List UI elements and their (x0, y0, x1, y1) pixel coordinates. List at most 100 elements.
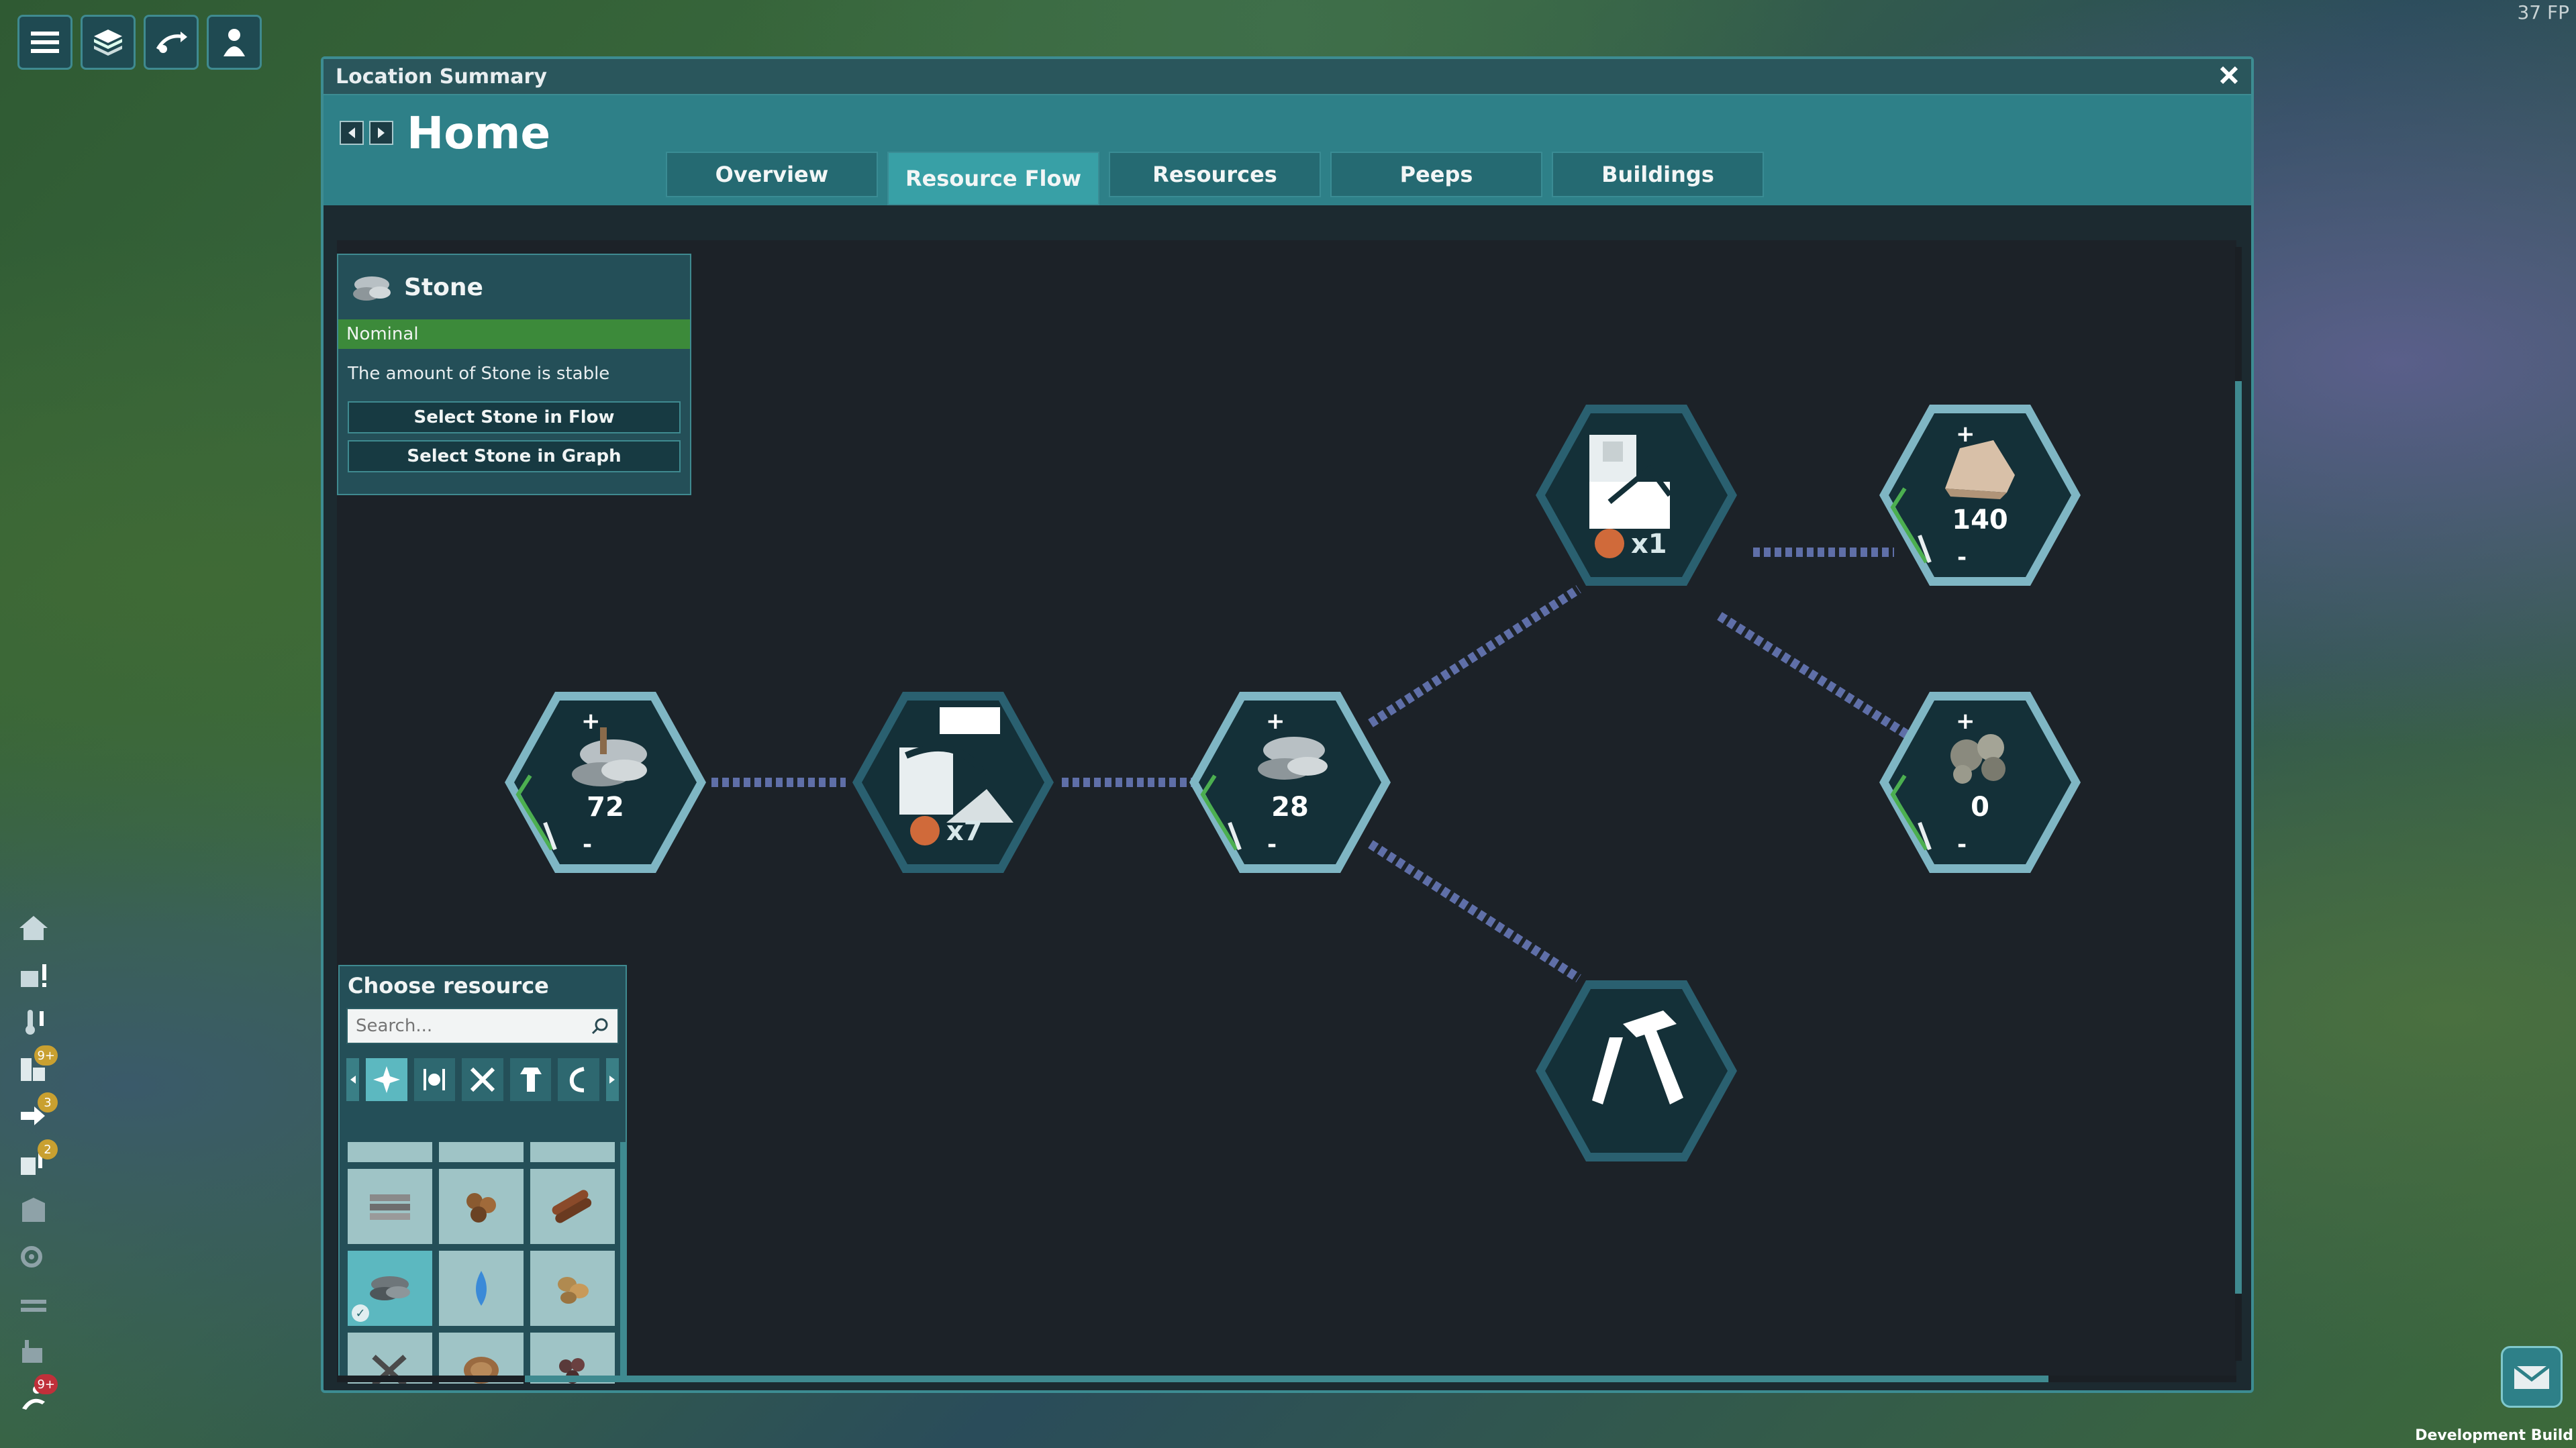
tab-buildings[interactable]: Buildings (1552, 152, 1764, 197)
resource-cell[interactable] (439, 1251, 524, 1326)
side-badge: 9+ (34, 1374, 58, 1394)
resource-cell[interactable] (530, 1251, 615, 1326)
resource-cell[interactable] (348, 1142, 432, 1162)
resource-grid-scrollbar[interactable] (620, 1142, 626, 1377)
node-value: 140 (1952, 505, 2008, 535)
road-icon (21, 1300, 46, 1312)
side-item-housing[interactable] (15, 913, 52, 943)
side-item-peeps[interactable]: 9+ (15, 1374, 58, 1413)
node-value: 0 (1971, 792, 1989, 823)
select-in-graph-button[interactable]: Select Stone in Graph (348, 440, 681, 472)
stone-info-panel: Stone Nominal The amount of Stone is sta… (337, 254, 691, 495)
prev-location-button[interactable] (340, 121, 364, 145)
flow-edge (1717, 612, 1924, 747)
tab-resource-flow[interactable]: Resource Flow (887, 152, 1099, 205)
flow-node-gravel: + 0 - (1879, 692, 2081, 873)
flow-node-construction (1536, 980, 1737, 1161)
side-item-building[interactable] (15, 1194, 52, 1225)
mail-button[interactable] (2501, 1346, 2563, 1408)
close-button[interactable] (2219, 61, 2239, 92)
resource-cell[interactable] (439, 1142, 524, 1162)
node-minus: - (1957, 831, 1967, 858)
location-title: Home (407, 107, 551, 159)
tab-bar: Overview Resource Flow Resources Peeps B… (666, 152, 1764, 205)
clothing-icon (519, 1068, 542, 1092)
resource-grid: ✓ (348, 1142, 616, 1384)
side-notifications: 9+ 3 2 9+ (15, 913, 58, 1413)
chevron-left-icon (350, 1076, 356, 1084)
check-icon: ✓ (352, 1304, 369, 1322)
resource-cell[interactable] (439, 1169, 524, 1244)
flow-edge (1368, 840, 1581, 982)
side-item-temperature[interactable] (15, 1006, 52, 1037)
filter-fuel[interactable] (558, 1058, 599, 1101)
tab-peeps[interactable]: Peeps (1330, 152, 1542, 197)
node-multiplier: x7 (946, 816, 983, 847)
filter-prev-button[interactable] (346, 1058, 360, 1101)
nuts-icon (466, 1193, 496, 1223)
fuel-icon (569, 1067, 585, 1092)
tab-overview[interactable]: Overview (666, 152, 878, 197)
ore-icon (366, 1142, 413, 1145)
flow-node-stone-block: + 140 - (1879, 405, 2081, 586)
node-plus: + (1266, 708, 1285, 735)
resource-name: Stone (404, 273, 483, 301)
flow-node-mason: x1 (1536, 405, 1737, 586)
choose-resource-title: Choose resource (348, 973, 549, 998)
peep-button[interactable] (207, 15, 262, 70)
status-description: The amount of Stone is stable (348, 364, 610, 384)
vertical-scrollbar[interactable] (2235, 247, 2242, 1361)
resource-cell[interactable] (348, 1169, 432, 1244)
layers-icon (94, 30, 122, 56)
top-toolbar (17, 15, 262, 70)
side-item-alert-house[interactable] (15, 960, 52, 990)
side-item-gear[interactable] (15, 1241, 52, 1272)
resource-cell[interactable] (530, 1142, 615, 1162)
close-icon (2220, 66, 2238, 85)
route-button[interactable] (144, 15, 199, 70)
flow-node-quarry: x7 (852, 692, 1054, 873)
resource-filters (346, 1056, 620, 1103)
filter-food[interactable] (413, 1058, 456, 1101)
resource-cell-selected[interactable]: ✓ (348, 1251, 432, 1326)
filter-clothing[interactable] (509, 1058, 552, 1101)
mail-icon (2513, 1365, 2550, 1389)
chevron-right-icon (378, 127, 385, 138)
layers-button[interactable] (81, 15, 136, 70)
side-badge: 3 (38, 1092, 58, 1113)
side-item-farm[interactable] (15, 1335, 52, 1366)
bread-icon (549, 1142, 596, 1145)
node-value: 28 (1271, 792, 1309, 823)
resource-cell[interactable] (530, 1169, 615, 1244)
choose-resource-panel: Choose resource Search... ✓ (338, 965, 627, 1384)
search-input[interactable] (356, 1016, 571, 1036)
resource-search (346, 1008, 619, 1044)
menu-button[interactable] (17, 15, 72, 70)
select-in-flow-button[interactable]: Select Stone in Flow (348, 401, 681, 433)
horizontal-scrollbar[interactable] (337, 1376, 2236, 1382)
thermometer-icon (26, 1010, 44, 1035)
chevron-right-icon (609, 1076, 615, 1084)
tab-resources[interactable]: Resources (1109, 152, 1321, 197)
filter-all[interactable] (366, 1058, 407, 1101)
resource-flow-content: + 72 - x7 + 28 - x1 + 140 - + 0 - Stone … (337, 240, 2236, 1384)
filter-tools[interactable] (462, 1058, 503, 1101)
stone-icon (353, 276, 391, 301)
node-plus: + (1956, 421, 1975, 448)
node-value: 72 (587, 792, 624, 823)
search-icon[interactable] (591, 1017, 609, 1035)
side-item-factory[interactable]: 2 (15, 1139, 58, 1178)
side-item-road[interactable] (15, 1288, 52, 1319)
route-icon (156, 32, 187, 53)
node-minus: - (1267, 831, 1277, 858)
next-location-button[interactable] (369, 121, 393, 145)
vertical-scroll-thumb[interactable] (2235, 381, 2242, 1294)
side-item-export[interactable]: 3 (15, 1092, 58, 1131)
node-minus: - (583, 831, 592, 858)
all-icon (373, 1066, 400, 1093)
side-item-storage[interactable]: 9+ (15, 1045, 58, 1084)
filter-next-button[interactable] (605, 1058, 620, 1101)
node-minus: - (1957, 544, 1967, 571)
node-multiplier: x1 (1631, 529, 1667, 560)
horizontal-scroll-thumb[interactable] (525, 1376, 2048, 1382)
